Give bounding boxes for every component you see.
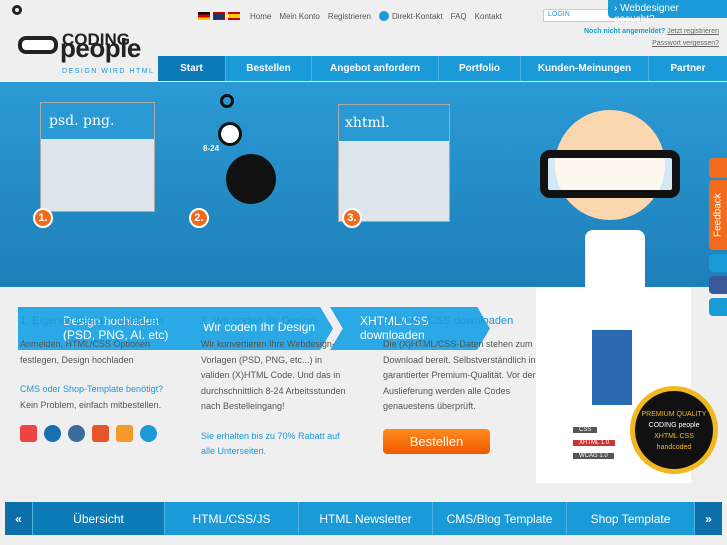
- column-3: 3. HTML/CSS downloaden Die (X)HTML/CSS-D…: [383, 315, 539, 415]
- next-arrow-icon[interactable]: »: [695, 502, 722, 535]
- forgot-password-link[interactable]: Passwort vergessen?: [652, 40, 719, 47]
- facebook-icon[interactable]: [709, 276, 727, 294]
- bottom-tabs: « Übersicht HTML/CSS/JS HTML Newsletter …: [5, 502, 722, 535]
- not-logged-text: Noch nicht angemeldet?: [584, 28, 666, 35]
- skype-icon: [378, 11, 389, 21]
- seal-bottom: handcoded: [656, 444, 692, 451]
- nav-bestellen[interactable]: Bestellen: [226, 56, 312, 81]
- mascot-glasses-icon: [540, 150, 680, 198]
- column-1: 1. Eigenes Design hochladen Anmelden, HT…: [20, 315, 180, 447]
- mascot-legs: [592, 330, 632, 405]
- tab-uebersicht[interactable]: Übersicht: [33, 502, 165, 535]
- skype-side-icon[interactable]: [709, 298, 727, 316]
- col1-text: Anmelden, HTML/CSS Optionen festlegen, D…: [20, 339, 151, 365]
- glasses-icon: [18, 36, 58, 54]
- col3-title: 3. HTML/CSS downloaden: [383, 315, 514, 327]
- nav-angebot[interactable]: Angebot anfordern: [312, 56, 439, 81]
- tab-html-css-js[interactable]: HTML/CSS/JS: [165, 502, 299, 535]
- register-link[interactable]: Jetzt registrieren: [667, 28, 719, 35]
- col1-text2: Kein Problem, einfach mitbestellen.: [20, 399, 162, 410]
- css-badge: CSS: [573, 424, 615, 437]
- link-faq[interactable]: FAQ: [451, 12, 467, 21]
- tab-shop[interactable]: Shop Template: [567, 502, 695, 535]
- seal-mid: CODING people: [648, 422, 700, 429]
- col2-text: Wir konvertieren Ihre Webdesign-Vorlagen…: [201, 339, 346, 411]
- col1-title: 1. Eigenes Design hochladen: [20, 315, 164, 327]
- cms-icons: [20, 425, 180, 447]
- wcag-badge: WCAG 1.0: [573, 450, 615, 463]
- w3c-badges: CSS XHTML 1.0 WCAG 1.0: [573, 424, 616, 463]
- logo-circle-icon: [12, 5, 22, 15]
- link-registrieren[interactable]: Registrieren: [328, 12, 371, 21]
- link-mein-konto[interactable]: Mein Konto: [279, 12, 319, 21]
- col3-text: Die (X)HTML/CSS-Daten stehen zum Downloa…: [383, 339, 536, 411]
- flag-en-icon[interactable]: [213, 12, 225, 20]
- clock-icon: [218, 122, 242, 146]
- cms-link[interactable]: CMS oder Shop-Template benötigt?: [20, 382, 180, 398]
- step-1-number: 1.: [33, 208, 53, 228]
- flag-de-icon[interactable]: [198, 12, 210, 20]
- prev-arrow-icon[interactable]: «: [5, 502, 33, 535]
- top-links: Home Mein Konto Registrieren Direkt-Kont…: [198, 11, 510, 21]
- not-logged-in: Noch nicht angemeldet? Jetzt registriere…: [584, 28, 719, 35]
- nav-kunden[interactable]: Kunden-Meinungen: [521, 56, 649, 81]
- step-3-number: 3.: [342, 208, 362, 228]
- col2-title: 2. Wir coden Ihr Design: [201, 315, 316, 327]
- nav-partner[interactable]: Partner: [649, 56, 727, 81]
- joomla-icon[interactable]: [20, 425, 37, 442]
- psd-label: psd. png.: [41, 103, 154, 139]
- webdesigner-gesucht-button[interactable]: › Webdesigner gesucht?: [608, 0, 727, 25]
- rabatt-link[interactable]: Sie erhalten bis zu 70% Rabatt auf alle …: [201, 429, 351, 460]
- seal-top: PREMIUM QUALITY: [641, 411, 707, 418]
- oscommerce-icon[interactable]: [116, 425, 133, 442]
- bestellen-button[interactable]: Bestellen: [383, 429, 490, 454]
- main-nav: Start Bestellen Angebot anfordern Portfo…: [158, 56, 727, 81]
- link-home[interactable]: Home: [250, 12, 271, 21]
- nav-portfolio[interactable]: Portfolio: [439, 56, 521, 81]
- link-direkt-kontakt[interactable]: Direkt-Kontakt: [392, 12, 443, 21]
- step-2-number: 2.: [189, 208, 209, 228]
- xhtml-badge: XHTML 1.0: [573, 437, 616, 450]
- tab-cms-blog[interactable]: CMS/Blog Template: [433, 502, 567, 535]
- xhtml-screenshot: xhtml.: [338, 104, 450, 222]
- column-2: 2. Wir coden Ihr Design Wir konvertieren…: [201, 315, 351, 460]
- feedback-tab[interactable]: Feedback: [709, 180, 727, 250]
- drupal-icon[interactable]: [44, 425, 61, 442]
- wordpress-icon[interactable]: [68, 425, 85, 442]
- seal-sub: XHTML CSS: [654, 433, 694, 440]
- twitter-icon[interactable]: [709, 254, 727, 272]
- logo-text-2: people: [60, 33, 141, 63]
- nav-start[interactable]: Start: [158, 56, 226, 81]
- tab-newsletter[interactable]: HTML Newsletter: [299, 502, 433, 535]
- link-kontakt[interactable]: Kontakt: [475, 12, 502, 21]
- xhtml-label: xhtml.: [339, 105, 449, 141]
- logo-tagline: DESIGN WIRD HTML: [62, 68, 155, 75]
- circle-icon: [220, 94, 234, 108]
- chat-icon[interactable]: [709, 158, 727, 178]
- coder-head-icon: [226, 154, 276, 204]
- flag-es-icon[interactable]: [228, 12, 240, 20]
- psd-screenshot: psd. png.: [40, 102, 155, 212]
- premium-quality-seal: PREMIUM QUALITY CODING people XHTML CSS …: [630, 386, 718, 474]
- magento-icon[interactable]: [92, 425, 109, 442]
- hours-label: 8-24: [203, 144, 220, 153]
- shopware-icon[interactable]: [140, 425, 157, 442]
